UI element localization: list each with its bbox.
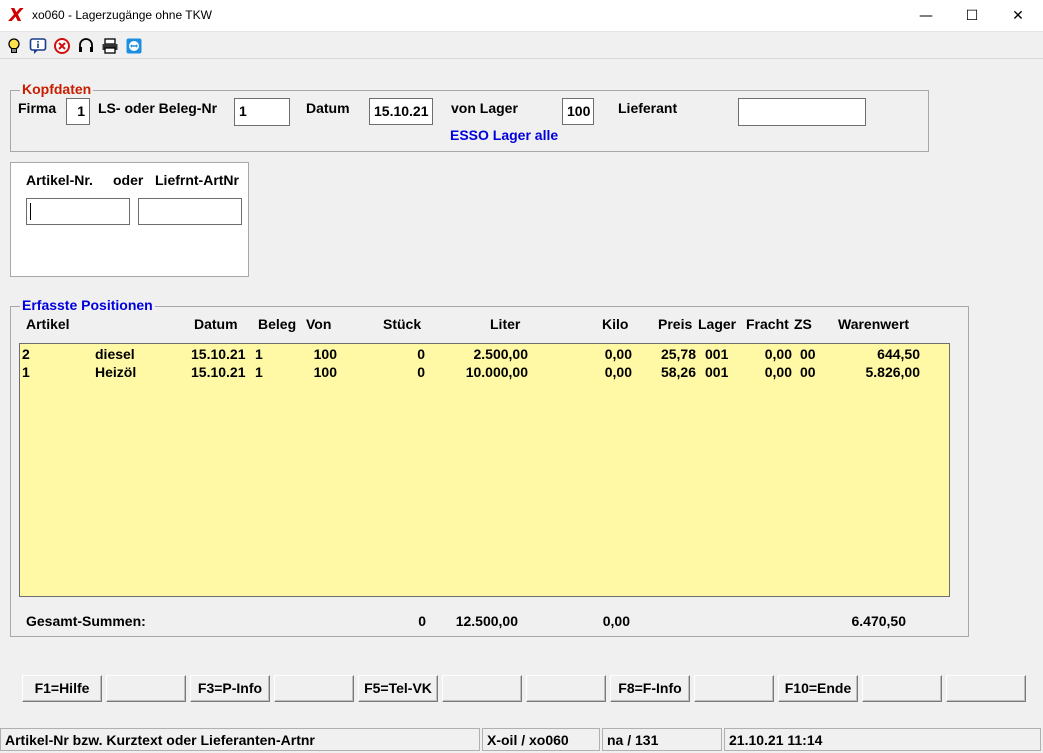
f3-p-info-button[interactable]: F3=P-Info <box>190 675 270 702</box>
lieferant-field[interactable] <box>738 98 866 126</box>
title-bar: X xo060 - Lagerzugänge ohne TKW — ☐ ✕ <box>0 0 1043 32</box>
artikel-nr-label: Artikel-Nr. <box>26 172 93 188</box>
lieferant-label: Lieferant <box>618 100 678 116</box>
window-title: xo060 - Lagerzugänge ohne TKW <box>32 8 212 22</box>
cell-preis: 25,78 <box>660 346 696 362</box>
liefrnt-artnr-label: Liefrnt-ArtNr <box>155 172 239 188</box>
totals-kilo: 0,00 <box>602 613 630 629</box>
header-fracht: Fracht <box>746 316 789 332</box>
oder-label: oder <box>113 172 144 188</box>
lightbulb-icon[interactable] <box>5 37 23 55</box>
cell-datum: 15.10.21 <box>191 364 246 380</box>
close-button[interactable]: ✕ <box>995 0 1041 32</box>
cell-zs: 00 <box>800 346 816 362</box>
f5-tel-vk-button[interactable]: F5=Tel-VK <box>358 675 438 702</box>
header-artikel: Artikel <box>26 316 70 332</box>
f2-button[interactable] <box>106 675 186 702</box>
status-user: na / 131 <box>602 728 722 751</box>
cell-artikel: 1 <box>22 364 30 380</box>
lager-name: ESSO Lager alle <box>450 127 559 143</box>
beleg-label: LS- oder Beleg-Nr <box>98 100 218 116</box>
minimize-button[interactable]: — <box>903 0 949 32</box>
artikel-nr-input[interactable] <box>26 198 130 225</box>
cell-warenwert: 644,50 <box>877 346 920 362</box>
cell-liter: 10.000,00 <box>465 364 528 380</box>
cell-beleg: 1 <box>255 364 263 380</box>
firma-field[interactable]: 1 <box>66 98 90 125</box>
toolbar <box>0 33 1043 59</box>
header-von: Von <box>306 316 332 332</box>
totals-stueck: 0 <box>418 613 426 629</box>
headset-icon[interactable] <box>77 37 95 55</box>
cell-name: diesel <box>95 346 135 362</box>
cell-von: 100 <box>313 346 337 362</box>
table-row[interactable]: 2 diesel 15.10.21 1 100 0 2.500,00 0,00 … <box>20 344 949 362</box>
cancel-icon[interactable] <box>53 37 71 55</box>
cell-datum: 15.10.21 <box>191 346 246 362</box>
cell-stueck: 0 <box>417 346 425 362</box>
totals-warenwert: 6.470,50 <box>851 613 907 629</box>
kopfdaten-title: Kopfdaten <box>20 81 94 97</box>
status-datetime: 21.10.21 11:14 <box>724 728 1041 751</box>
header-preis: Preis <box>658 316 693 332</box>
f9-button[interactable] <box>694 675 774 702</box>
cell-fracht: 0,00 <box>764 364 792 380</box>
positionen-title: Erfasste Positionen <box>20 297 155 313</box>
cell-beleg: 1 <box>255 346 263 362</box>
cell-lager: 001 <box>705 346 729 362</box>
cell-stueck: 0 <box>417 364 425 380</box>
table-row[interactable]: 1 Heizöl 15.10.21 1 100 0 10.000,00 0,00… <box>20 362 949 380</box>
f11-button[interactable] <box>862 675 942 702</box>
header-zs: ZS <box>794 316 812 332</box>
beleg-field[interactable]: 1 <box>234 98 290 126</box>
datum-label: Datum <box>306 100 350 116</box>
f6-button[interactable] <box>442 675 522 702</box>
header-lager: Lager <box>698 316 737 332</box>
f1-hilfe-button[interactable]: F1=Hilfe <box>22 675 102 702</box>
firma-label: Firma <box>18 100 57 116</box>
teamviewer-icon[interactable] <box>125 37 143 55</box>
f8-f-info-button[interactable]: F8=F-Info <box>610 675 690 702</box>
totals-liter: 12.500,00 <box>455 613 518 629</box>
cell-artikel: 2 <box>22 346 30 362</box>
f7-button[interactable] <box>526 675 606 702</box>
cell-fracht: 0,00 <box>764 346 792 362</box>
header-warenwert: Warenwert <box>838 316 910 332</box>
f10-ende-button[interactable]: F10=Ende <box>778 675 858 702</box>
header-beleg: Beleg <box>258 316 297 332</box>
header-stueck: Stück <box>383 316 422 332</box>
cell-von: 100 <box>313 364 337 380</box>
header-liter: Liter <box>490 316 521 332</box>
positionen-grid[interactable]: 2 diesel 15.10.21 1 100 0 2.500,00 0,00 … <box>19 343 950 597</box>
totals-label: Gesamt-Summen: <box>26 613 146 629</box>
info-icon[interactable] <box>29 37 47 55</box>
liefrnt-artnr-input[interactable] <box>138 198 242 225</box>
status-app: X-oil / xo060 <box>482 728 600 751</box>
lager-label: von Lager <box>451 100 518 116</box>
printer-icon[interactable] <box>101 37 119 55</box>
text-cursor <box>30 203 31 220</box>
lager-field[interactable]: 100 <box>562 98 594 125</box>
cell-liter: 2.500,00 <box>473 346 529 362</box>
cell-zs: 00 <box>800 364 816 380</box>
cell-kilo: 0,00 <box>604 346 632 362</box>
app-logo-icon: X <box>9 5 23 26</box>
header-kilo: Kilo <box>602 316 629 332</box>
status-bar: Artikel-Nr bzw. Kurztext oder Lieferante… <box>0 727 1043 753</box>
cell-kilo: 0,00 <box>604 364 632 380</box>
cell-warenwert: 5.826,00 <box>865 364 921 380</box>
f4-button[interactable] <box>274 675 354 702</box>
maximize-button[interactable]: ☐ <box>949 0 995 32</box>
status-hint: Artikel-Nr bzw. Kurztext oder Lieferante… <box>0 728 480 751</box>
f12-button[interactable] <box>946 675 1026 702</box>
cell-preis: 58,26 <box>660 364 696 380</box>
cell-lager: 001 <box>705 364 729 380</box>
header-datum: Datum <box>194 316 238 332</box>
cell-name: Heizöl <box>95 364 137 380</box>
datum-field[interactable]: 15.10.21 <box>369 98 433 125</box>
